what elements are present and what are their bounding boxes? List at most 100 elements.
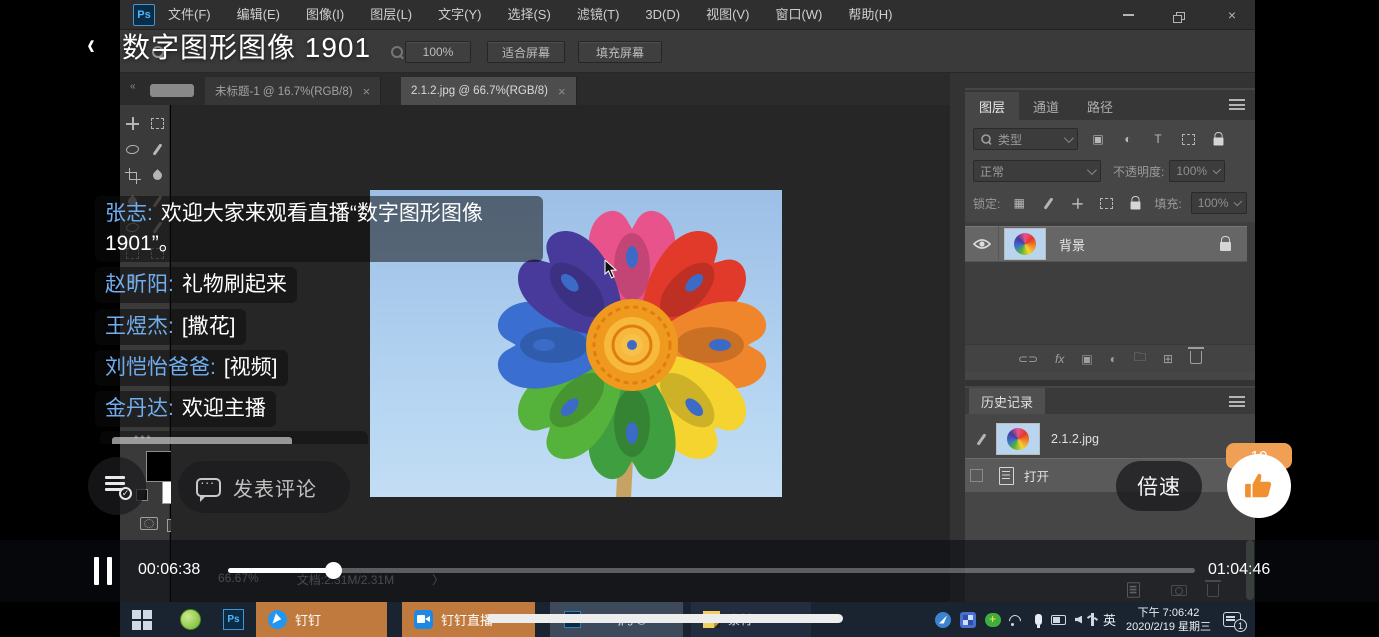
volume-icon[interactable] (1075, 616, 1082, 624)
layer-thumbnail[interactable] (1005, 229, 1045, 259)
tab-layers[interactable]: 图层 (965, 92, 1019, 120)
microphone-icon[interactable] (1035, 614, 1042, 625)
history-brush-source-icon[interactable] (971, 431, 991, 447)
lock-position-icon[interactable] (1067, 195, 1087, 211)
layer-style-icon[interactable]: fx (1055, 352, 1064, 366)
layer-visibility-toggle[interactable] (965, 226, 999, 262)
filter-smartobj-icon[interactable] (1208, 131, 1228, 147)
lock-pixels-icon[interactable] (1038, 195, 1058, 211)
menu-3d[interactable]: 3D(D) (632, 0, 693, 30)
quick-mask-icon[interactable] (140, 517, 158, 530)
menu-help[interactable]: 帮助(H) (835, 0, 905, 30)
blend-mode-select[interactable]: 正常 (973, 160, 1101, 182)
filter-text-icon[interactable]: T (1148, 131, 1168, 147)
history-snapshot-row[interactable]: 2.1.2.jpg (965, 422, 1247, 456)
taskbar-dingtalk[interactable]: 钉钉 (256, 602, 387, 637)
chat-username[interactable]: 刘恺怡爸爸: (105, 356, 216, 379)
doc-tab-untitled[interactable]: 未标题-1 @ 16.7%(RGB/8) × (205, 77, 381, 105)
taskbar-clock[interactable]: 下午 7:06:42 2020/2/19 星期三 (1126, 606, 1211, 634)
toolbar-collapse-icon[interactable]: « (130, 81, 136, 92)
like-button[interactable] (1227, 454, 1291, 518)
adjustment-layer-icon[interactable]: ◐ (1110, 352, 1117, 366)
tab-close-icon[interactable]: × (363, 84, 371, 99)
new-layer-icon[interactable]: ⊞ (1163, 352, 1173, 366)
lock-label: 锁定: (973, 195, 1000, 212)
network-icon[interactable] (1010, 614, 1026, 626)
window-restore-button[interactable] (1167, 5, 1193, 25)
zoom-in-icon[interactable] (391, 46, 403, 58)
lasso-tool-icon[interactable] (124, 141, 141, 158)
filter-pixel-icon[interactable]: ▣ (1088, 131, 1108, 147)
marquee-tool-icon[interactable] (149, 115, 166, 132)
tab-channels[interactable]: 通道 (1019, 92, 1073, 120)
filter-shape-icon[interactable] (1178, 131, 1198, 147)
new-group-icon[interactable]: 🗀 (1134, 348, 1146, 369)
add-mask-icon[interactable]: ▣ (1081, 352, 1092, 366)
mouse-cursor-icon (604, 260, 620, 280)
layer-filter-select[interactable]: 类型 (973, 128, 1078, 150)
menu-window[interactable]: 窗口(W) (762, 0, 835, 30)
tab-paths[interactable]: 路径 (1073, 92, 1127, 120)
opacity-input[interactable]: 100% (1169, 160, 1225, 182)
start-button[interactable] (132, 610, 152, 630)
filter-adjustment-icon[interactable]: ◐ (1118, 131, 1138, 147)
pause-button[interactable] (94, 557, 124, 585)
move-tool-icon[interactable] (124, 115, 141, 132)
quick-select-tool-icon[interactable] (149, 141, 166, 158)
seek-bar[interactable] (228, 568, 1195, 573)
link-layers-icon[interactable]: ⊂⊃ (1018, 352, 1038, 366)
taskbar-scrollbar[interactable] (487, 614, 843, 623)
chat-username[interactable]: 王煜杰: (105, 315, 174, 338)
history-panel-menu-icon[interactable] (1229, 396, 1245, 407)
tray-security-icon[interactable] (985, 613, 1001, 627)
tab-history[interactable]: 历史记录 (969, 388, 1045, 414)
zoom-100-button[interactable]: 100% (405, 41, 471, 63)
back-button[interactable]: ‹ (87, 28, 95, 62)
history-snapshot-thumbnail[interactable] (997, 424, 1039, 454)
layer-row-background[interactable]: 背景 (965, 226, 1247, 262)
filter-type-label: 类型 (998, 131, 1022, 148)
action-center-icon[interactable]: 1 (1223, 612, 1241, 627)
screen: Ps 文件(F) 编辑(E) 图像(I) 图层(L) 文字(Y) 选择(S) 滤… (0, 0, 1379, 637)
playback-speed-button[interactable]: 倍速 (1116, 461, 1202, 511)
menu-filter[interactable]: 滤镜(T) (564, 0, 633, 30)
history-open-row[interactable]: 打开 (965, 458, 1247, 492)
lock-artboard-icon[interactable] (1096, 195, 1116, 211)
eyedropper-tool-icon[interactable] (149, 167, 166, 184)
fill-screen-button[interactable]: 填充屏幕 (578, 41, 662, 63)
input-language-indicator[interactable]: 英 (1103, 610, 1116, 629)
system-tray: 英 下午 7:06:42 2020/2/19 星期三 1 (935, 602, 1255, 637)
usb-icon[interactable] (1091, 613, 1094, 626)
lock-transparent-icon[interactable]: ▦ (1009, 195, 1029, 211)
chat-username[interactable]: 赵昕阳: (105, 273, 174, 296)
lock-all-icon[interactable] (1125, 195, 1145, 211)
history-snapshot-label: 2.1.2.jpg (1051, 432, 1099, 446)
fill-input[interactable]: 100% (1191, 192, 1247, 214)
delete-layer-icon[interactable] (1190, 351, 1202, 367)
chat-username[interactable]: 张志: (105, 202, 153, 225)
chat-text: 欢迎大家来观看直播“数字图形图像1901”。 (105, 202, 483, 255)
chat-username[interactable]: 金丹达: (105, 397, 174, 420)
taskbar-photoshop-icon[interactable]: Ps (223, 609, 244, 630)
layer-name[interactable]: 背景 (1059, 235, 1085, 254)
tray-dingtalk-icon[interactable] (935, 612, 951, 628)
doc-tab-212jpg[interactable]: 2.1.2.jpg @ 66.7%(RGB/8) × (401, 77, 577, 105)
menu-select[interactable]: 选择(S) (494, 0, 563, 30)
history-checkbox[interactable] (970, 469, 983, 482)
browser-icon[interactable] (180, 609, 201, 630)
seek-handle[interactable] (325, 562, 342, 579)
layers-panel-menu-icon[interactable] (1229, 99, 1245, 110)
checklist-icon: ✓ (105, 475, 129, 497)
comment-input[interactable]: 发表评论 (178, 461, 350, 513)
window-minimize-button[interactable] (1115, 5, 1141, 25)
tray-app-icon[interactable] (960, 612, 976, 628)
window-close-button[interactable]: × (1219, 5, 1245, 25)
sign-in-button[interactable]: ✓ (88, 457, 146, 515)
battery-icon[interactable] (1051, 615, 1066, 625)
tab-close-icon[interactable]: × (558, 84, 566, 99)
crop-tool-icon[interactable] (124, 167, 141, 184)
layers-panel-tabbar: 图层 通道 路径 (965, 90, 1255, 120)
fit-screen-button[interactable]: 适合屏幕 (487, 41, 565, 63)
menu-view[interactable]: 视图(V) (693, 0, 762, 30)
menu-type[interactable]: 文字(Y) (425, 0, 494, 30)
